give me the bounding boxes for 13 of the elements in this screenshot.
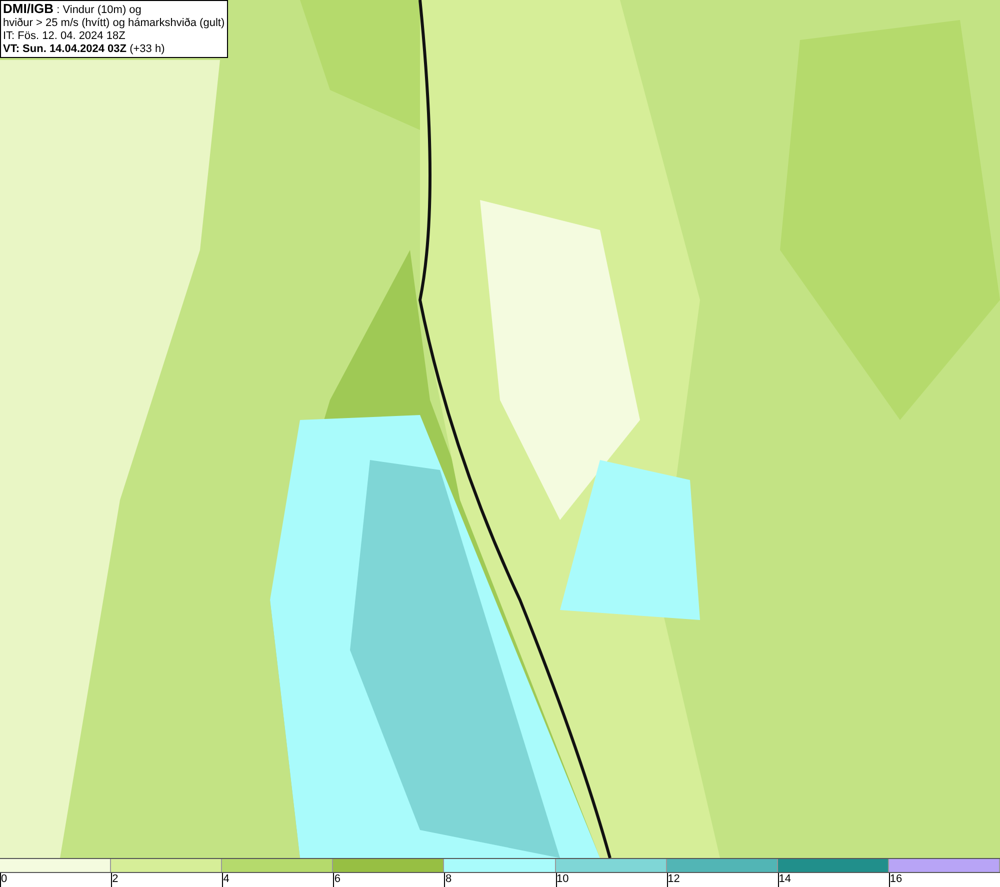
legend-tick-label: 16 [890, 873, 902, 885]
legend-tick-label: 2 [112, 873, 118, 885]
legend-tick-label: 12 [668, 873, 680, 885]
legend-tick-label: 8 [445, 873, 452, 885]
legend-tick-label: 10 [556, 873, 569, 885]
legend-tick-label: 4 [223, 873, 230, 885]
legend-tick-label: 0 [1, 873, 8, 885]
valid-time: VT: Sun. 14.04.2024 03Z (+33 h) [3, 43, 165, 55]
gust-description: hviður > 25 m/s (hvítt) og hámarkshviða (gult) [3, 17, 225, 30]
legend-tick-label: 14 [778, 873, 792, 885]
issue-time: IT: Fös. 12. 04. 2024 18Z [3, 30, 126, 43]
legend-tick-label: 6 [334, 873, 340, 885]
source-label: DMI/IGB : Vindur (10m) og [3, 4, 142, 16]
